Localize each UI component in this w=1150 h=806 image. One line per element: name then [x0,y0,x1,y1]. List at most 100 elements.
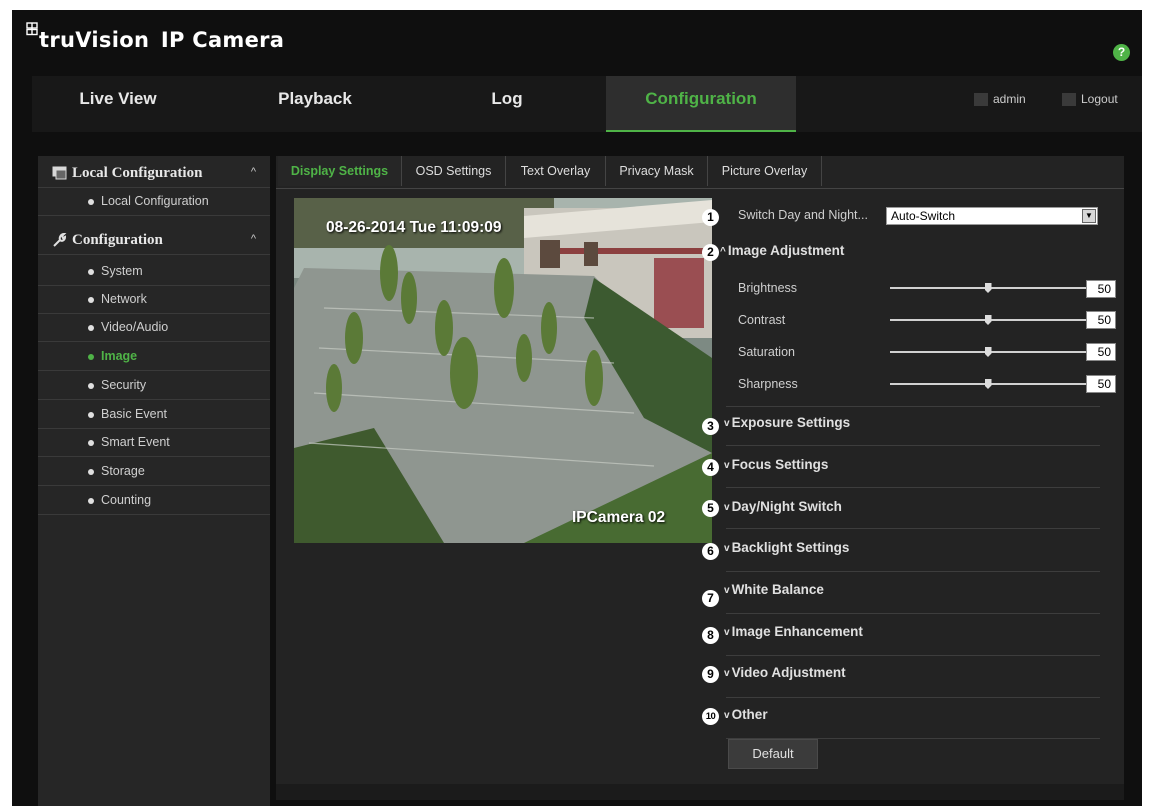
logo-mark-icon [26,22,38,36]
bullet-icon [88,354,94,360]
select-value: Auto-Switch [891,209,956,223]
logout-icon [1062,93,1076,107]
section-focus-settings[interactable]: v Focus Settings [724,457,828,472]
sharpness-slider[interactable] [890,379,1086,389]
chevron-down-icon: v [724,585,730,596]
sidebar-item-smart-event[interactable]: Smart Event [38,429,270,457]
section-exposure-settings[interactable]: v Exposure Settings [724,415,850,430]
brightness-value[interactable]: 50 [1086,280,1116,298]
tab-display-settings[interactable]: Display Settings [278,156,402,186]
sidebar-item-image[interactable]: Image [38,343,270,371]
saturation-label: Saturation [738,345,795,359]
tab-privacy-mask[interactable]: Privacy Mask [606,156,708,186]
user-icon [974,93,988,107]
divider [726,571,1100,572]
section-title: White Balance [731,582,824,597]
divider [726,697,1100,698]
sidebar-group-label: Local Configuration [72,165,203,181]
section-title: Focus Settings [731,457,829,472]
callout-4-badge: 4 [702,459,719,476]
sidebar-item-basic-event[interactable]: Basic Event [38,401,270,429]
callout-3-badge: 3 [702,418,719,435]
osd-datetime: 08-26-2014 Tue 11:09:09 [326,219,502,236]
section-title: Backlight Settings [731,540,850,555]
section-day-night-switch[interactable]: v Day/Night Switch [724,499,842,514]
bullet-icon [88,440,94,446]
sidebar-item-security[interactable]: Security [38,372,270,400]
callout-10-badge: 10 [702,708,719,725]
callout-8-badge: 8 [702,627,719,644]
collapse-caret-icon[interactable]: ^ [251,233,256,245]
bullet-icon [88,269,94,275]
sidebar-item-label: Counting [101,493,152,507]
tab-configuration[interactable]: Configuration [606,76,796,132]
logout-link[interactable]: Logout [1062,92,1118,107]
brightness-label: Brightness [738,281,798,295]
sidebar-group-local-configuration[interactable]: Local Configuration ^ [38,158,270,188]
chevron-down-icon: v [724,668,730,679]
username: admin [993,92,1026,106]
section-title: Image Enhancement [731,624,863,639]
sidebar: Local Configuration ^ Local Configuratio… [38,156,270,806]
saturation-value[interactable]: 50 [1086,343,1116,361]
sidebar-item-label: Basic Event [101,407,168,421]
chevron-down-icon: v [724,543,730,554]
collapse-caret-icon[interactable]: ^ [251,166,256,178]
footer-strip [276,784,1124,800]
brightness-slider[interactable] [890,283,1086,293]
logo-brand: truVision [39,28,150,52]
section-video-adjustment[interactable]: v Video Adjustment [724,665,846,680]
sidebar-item-label: Storage [101,464,145,478]
tab-playback[interactable]: Playback [224,76,406,132]
section-white-balance[interactable]: v White Balance [724,582,824,597]
tab-divider [276,188,1124,189]
section-title: Other [731,707,768,722]
sidebar-item-storage[interactable]: Storage [38,458,270,486]
sidebar-item-label: System [101,264,143,278]
section-image-adjustment[interactable]: ^ Image Adjustment [720,243,844,258]
osd-camera-name: IPCamera 02 [572,509,666,526]
switch-day-night-select[interactable]: Auto-Switch ▼ [886,207,1098,225]
default-button[interactable]: Default [728,739,818,769]
tab-osd-settings[interactable]: OSD Settings [402,156,506,186]
callout-2-badge: 2 [702,244,719,261]
section-backlight-settings[interactable]: v Backlight Settings [724,540,849,555]
callout-7-badge: 7 [702,590,719,607]
section-other[interactable]: v Other [724,707,768,722]
tab-log[interactable]: Log [414,76,600,132]
logo-product: IP Camera [160,28,285,52]
sidebar-item-system[interactable]: System [38,258,270,286]
tab-picture-overlay[interactable]: Picture Overlay [708,156,822,186]
sidebar-item-label: Smart Event [101,435,170,449]
sidebar-item-counting[interactable]: Counting [38,487,270,515]
bullet-icon [88,469,94,475]
tab-text-overlay[interactable]: Text Overlay [506,156,606,186]
logout-label: Logout [1081,92,1118,106]
sidebar-item-local-configuration[interactable]: Local Configuration [38,188,270,216]
bullet-icon [88,383,94,389]
help-icon[interactable]: ? [1113,44,1130,61]
contrast-slider[interactable] [890,315,1086,325]
section-title: Image Adjustment [727,243,845,258]
sidebar-group-configuration[interactable]: Configuration ^ [38,225,270,255]
user-account[interactable]: admin [974,92,1026,107]
contrast-value[interactable]: 50 [1086,311,1116,329]
section-image-enhancement[interactable]: v Image Enhancement [724,624,863,639]
wrench-icon [53,233,67,247]
bullet-icon [88,498,94,504]
app-logo: truVision IP Camera [26,22,285,52]
local-config-icon [52,166,67,180]
sidebar-item-label: Image [101,349,138,363]
sidebar-item-label: Network [101,292,147,306]
divider [726,445,1100,446]
tab-live-view[interactable]: Live View [32,76,204,132]
divider [726,655,1100,656]
chevron-down-icon: v [724,627,730,638]
divider [726,406,1100,407]
sidebar-item-network[interactable]: Network [38,286,270,314]
dropdown-arrow-icon[interactable]: ▼ [1082,209,1096,223]
sidebar-item-video-audio[interactable]: Video/Audio [38,314,270,342]
saturation-slider[interactable] [890,347,1086,357]
switch-day-night-label: Switch Day and Night... [738,208,868,222]
sharpness-value[interactable]: 50 [1086,375,1116,393]
